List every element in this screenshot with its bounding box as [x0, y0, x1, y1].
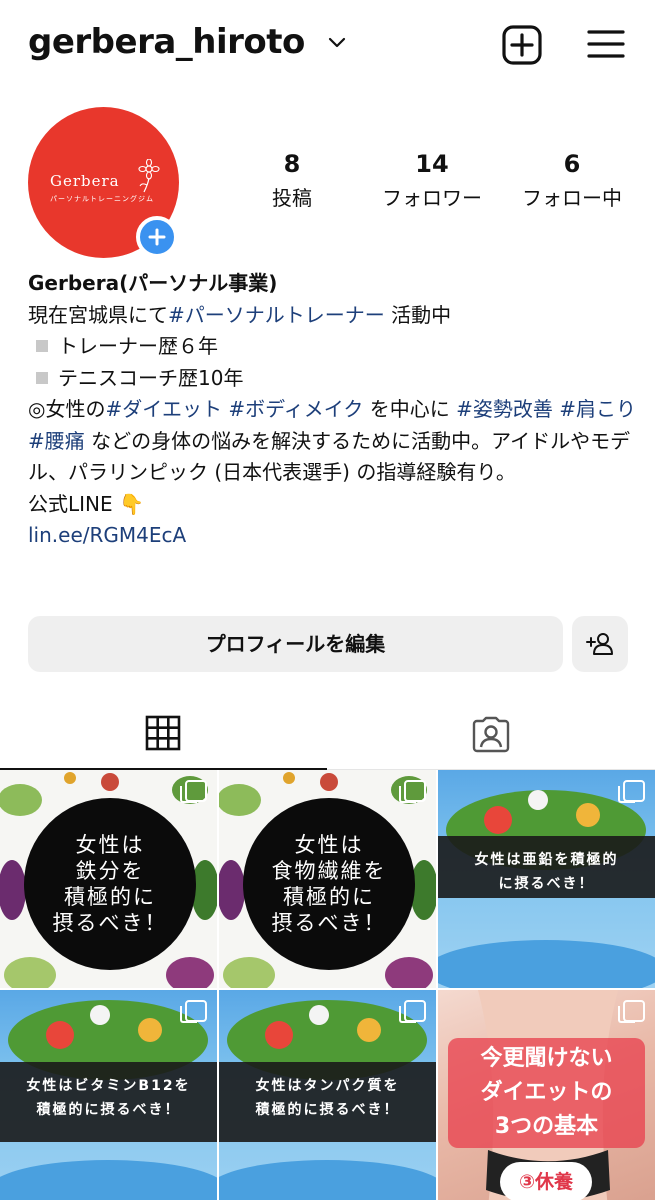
following-label: フォロー中 [522, 186, 622, 210]
following-count: 6 [563, 150, 581, 178]
plus-icon [148, 228, 166, 246]
post-caption-line: 積極的に [64, 885, 156, 909]
stat-posts[interactable]: 8 投稿 [252, 150, 332, 211]
grid-icon [145, 715, 181, 751]
post-caption-band: 女性はビタミンB12を 積極的に摂るべき！ [0, 1062, 217, 1142]
post-caption-line: 積極的に摂るべき！ [255, 1102, 400, 1118]
external-link[interactable]: lin.ee/RGM4EcA [28, 520, 638, 552]
posts-grid: 女性は 鉄分を 積極的に 摂るべき！ 女性は 食物繊維を 積極的に 摂るべき！ 女性は亜鉛を… [0, 770, 655, 1200]
bio-text: 活動中 [384, 302, 452, 327]
post-thumbnail[interactable]: 女性はビタミンB12を 積極的に摂るべき！ [0, 990, 217, 1200]
tab-posts-grid[interactable] [0, 700, 327, 770]
post-caption-band: 女性はタンパク質を 積極的に摂るべき！ [219, 1062, 436, 1142]
bio-line: テニスコーチ歴10年 [28, 363, 638, 395]
multi-image-icon [399, 1000, 426, 1023]
square-bullet-icon [36, 340, 48, 352]
bio-line: 公式LINE 👇 [28, 491, 144, 516]
posts-count: 8 [283, 150, 301, 178]
post-caption-line: 積極的に摂るべき！ [36, 1102, 181, 1118]
post-caption-band: 女性は亜鉛を積極的 に摂るべき！ [438, 836, 655, 898]
multi-image-icon [618, 780, 645, 803]
multi-image-icon [618, 1000, 645, 1023]
hashtag-link[interactable]: #パーソナルトレーナー [168, 303, 385, 327]
post-thumbnail[interactable]: 女性は 鉄分を 積極的に 摂るべき！ [0, 770, 217, 988]
add-story-button[interactable] [136, 216, 178, 258]
new-post-icon[interactable] [502, 25, 542, 65]
profile-header: gerbera_hiroto [0, 0, 655, 92]
post-caption-line: に摂るべき！ [498, 876, 595, 892]
hashtag-link[interactable]: #ダイエット [105, 397, 222, 421]
post-caption-circle: 女性は 鉄分を 積極的に 摂るべき！ [24, 798, 196, 970]
profile-bio: Gerbera(パーソナル事業) 現在宮城県にて#パーソナルトレーナー 活動中 … [28, 268, 638, 552]
flower-icon [136, 158, 162, 197]
bio-text: ◎女性の [28, 397, 106, 421]
menu-icon[interactable] [587, 28, 625, 60]
bio-text: テニスコーチ歴10年 [58, 365, 244, 390]
post-caption-line: 女性は [75, 833, 145, 857]
avatar-brand-text: Gerbera [50, 172, 120, 190]
multi-image-icon [180, 1000, 207, 1023]
display-name: Gerbera(パーソナル事業) [28, 271, 278, 295]
post-caption-line: 今更聞けない [480, 1046, 613, 1071]
hashtag-link[interactable]: #ボディメイク [228, 397, 363, 421]
discover-people-button[interactable] [572, 616, 628, 672]
hashtag-link[interactable]: #肩こり [559, 397, 636, 421]
posts-label: 投稿 [272, 186, 312, 210]
edit-profile-button[interactable]: プロフィールを編集 [28, 616, 563, 672]
tab-tagged[interactable] [328, 700, 655, 770]
multi-image-icon [399, 780, 426, 803]
post-caption-line: 積極的に [283, 885, 375, 909]
post-caption-box: 今更聞けない ダイエットの 3つの基本 [448, 1038, 645, 1148]
hashtag-link[interactable]: #腰痛 [28, 429, 85, 453]
followers-label: フォロワー [382, 186, 482, 210]
bio-text: 現在宮城県にて [28, 302, 168, 327]
hashtag-link[interactable]: #姿勢改善 [456, 397, 553, 421]
stat-following[interactable]: 6 フォロー中 [508, 150, 636, 211]
post-caption-line: 女性は [294, 833, 364, 857]
post-thumbnail[interactable]: 女性はタンパク質を 積極的に摂るべき！ [219, 990, 436, 1200]
bio-line: トレーナー歴６年 [28, 331, 638, 363]
post-caption-line: 摂るべき！ [271, 911, 387, 935]
bio-text: トレーナー歴６年 [58, 334, 218, 358]
chevron-down-icon[interactable] [328, 34, 346, 53]
tagged-icon [472, 716, 510, 753]
bio-paragraph: ◎女性の#ダイエット #ボディメイク を中心に #姿勢改善 #肩こり #腰痛 な… [28, 394, 638, 489]
followers-count: 14 [415, 150, 449, 178]
post-caption-pill: ③休養 [500, 1162, 592, 1200]
post-caption-line: 食物繊維を [271, 859, 387, 883]
post-caption-line: 鉄分を [75, 859, 145, 883]
post-thumbnail[interactable]: 今更聞けない ダイエットの 3つの基本 ③休養 [438, 990, 655, 1200]
post-caption-line: 女性はビタミンB12を [26, 1078, 191, 1094]
post-caption-line: 3つの基本 [494, 1114, 599, 1139]
post-caption-line: 摂るべき！ [52, 911, 168, 935]
bio-text: などの身体の悩みを解決するために活動中。アイドルやモデル、パラリンピック (日本… [28, 428, 631, 485]
bio-text: を中心に [363, 397, 457, 421]
post-caption-line: 女性はタンパク質を [255, 1078, 400, 1094]
username[interactable]: gerbera_hiroto [28, 22, 305, 62]
post-caption-line: 女性は亜鉛を積極的 [474, 852, 619, 868]
post-caption-line: ダイエットの [480, 1080, 613, 1105]
add-person-icon [586, 633, 613, 655]
square-bullet-icon [36, 371, 48, 384]
post-caption-circle: 女性は 食物繊維を 積極的に 摂るべき！ [243, 798, 415, 970]
post-thumbnail[interactable]: 女性は 食物繊維を 積極的に 摂るべき！ [219, 770, 436, 988]
post-thumbnail[interactable]: 女性は亜鉛を積極的 に摂るべき！ [438, 770, 655, 988]
profile-tabs [0, 700, 655, 770]
multi-image-icon [180, 780, 207, 803]
stat-followers[interactable]: 14 フォロワー [368, 150, 496, 211]
bio-line: 現在宮城県にて#パーソナルトレーナー 活動中 [28, 300, 638, 332]
